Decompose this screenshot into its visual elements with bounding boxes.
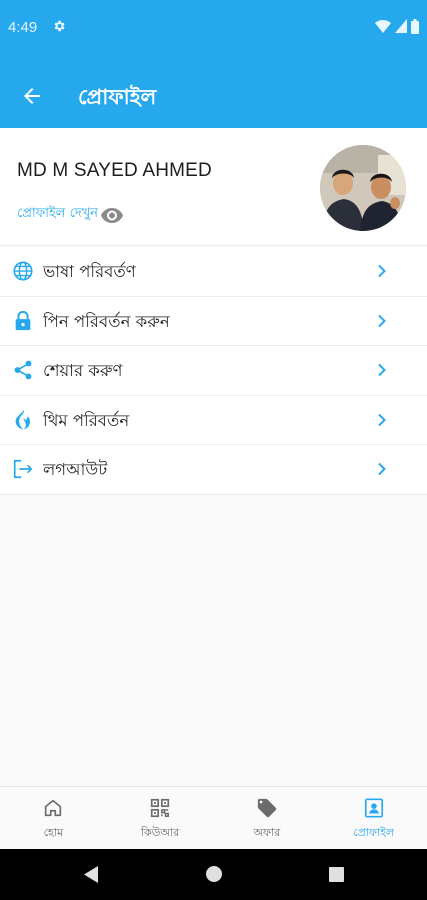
globe-icon xyxy=(13,261,33,281)
profile-name: MD M SAYED AHMED xyxy=(17,160,212,181)
logout-icon xyxy=(13,460,33,479)
flame-icon xyxy=(15,409,30,429)
system-recents-icon[interactable] xyxy=(329,867,344,882)
menu-item-language[interactable]: ভাষা পরিবর্তণ xyxy=(0,247,427,297)
menu-item-logout[interactable]: লগআউট xyxy=(0,445,427,495)
nav-label-qr: কিউআর xyxy=(140,826,180,839)
status-indicators xyxy=(375,18,419,34)
menu-item-label: লগআউট xyxy=(43,460,108,480)
nav-label-offer: অফার xyxy=(253,826,281,839)
bottom-navigation: হোম কিউআর অফার প্রোফাইল xyxy=(0,786,427,849)
profile-badge-icon xyxy=(364,798,383,818)
chevron-right-icon xyxy=(378,463,386,476)
eye-icon xyxy=(101,207,123,223)
chevron-right-icon xyxy=(378,413,386,426)
menu-item-label: শেয়ার করুণ xyxy=(43,361,123,381)
tag-icon xyxy=(257,798,277,818)
nav-tab-profile[interactable]: প্রোফাইল xyxy=(320,787,427,849)
home-icon xyxy=(45,799,62,817)
nav-label-profile: প্রোফাইল xyxy=(353,826,395,839)
nav-tab-qr[interactable]: কিউআর xyxy=(107,787,214,849)
system-back-icon[interactable] xyxy=(82,865,100,884)
nav-tab-home[interactable]: হোম xyxy=(0,787,107,849)
menu-item-label: ভাষা পরিবর্তণ xyxy=(43,262,136,281)
nav-label-home: হোম xyxy=(43,826,64,839)
battery-icon xyxy=(411,18,419,34)
menu-item-change-pin[interactable]: পিন পরিবর্তন করুন xyxy=(0,297,427,347)
menu-item-label: থিম পরিবর্তন xyxy=(43,410,130,430)
page-title: প্রোফাইল xyxy=(78,85,157,109)
view-profile-link[interactable]: প্রোফাইল দেখুন xyxy=(17,204,124,225)
view-profile-label: প্রোফাইল দেখুন xyxy=(17,206,98,221)
menu-item-theme[interactable]: থিম পরিবর্তন xyxy=(0,396,427,446)
nav-tab-offer[interactable]: অফার xyxy=(214,787,321,849)
chevron-right-icon xyxy=(378,314,386,327)
chevron-right-icon xyxy=(378,264,386,278)
status-bar: 4:49 xyxy=(0,0,427,56)
avatar-photo xyxy=(320,145,406,231)
qr-icon xyxy=(151,798,170,818)
status-time: 4:49 xyxy=(8,19,38,36)
chevron-right-icon xyxy=(378,363,386,377)
lock-icon xyxy=(15,310,31,330)
share-icon xyxy=(14,360,32,380)
menu-item-share[interactable]: শেয়ার করুণ xyxy=(0,346,427,396)
profile-header: MD M SAYED AHMED প্রোফাইল দেখুন xyxy=(0,128,427,246)
arrow-back-icon[interactable] xyxy=(20,84,44,108)
settings-menu: ভাষা পরিবর্তণ পিন পরিবর্তন করুন শেয়ার ক… xyxy=(0,247,427,495)
system-home-icon[interactable] xyxy=(206,866,222,882)
menu-item-label: পিন পরিবর্তন করুন xyxy=(43,311,170,331)
avatar[interactable] xyxy=(320,145,406,231)
app-bar: প্রোফাইল xyxy=(0,56,427,128)
wifi-icon xyxy=(375,19,391,33)
system-navigation-bar xyxy=(0,849,427,900)
signal-icon xyxy=(395,19,407,33)
gear-icon xyxy=(54,20,65,32)
